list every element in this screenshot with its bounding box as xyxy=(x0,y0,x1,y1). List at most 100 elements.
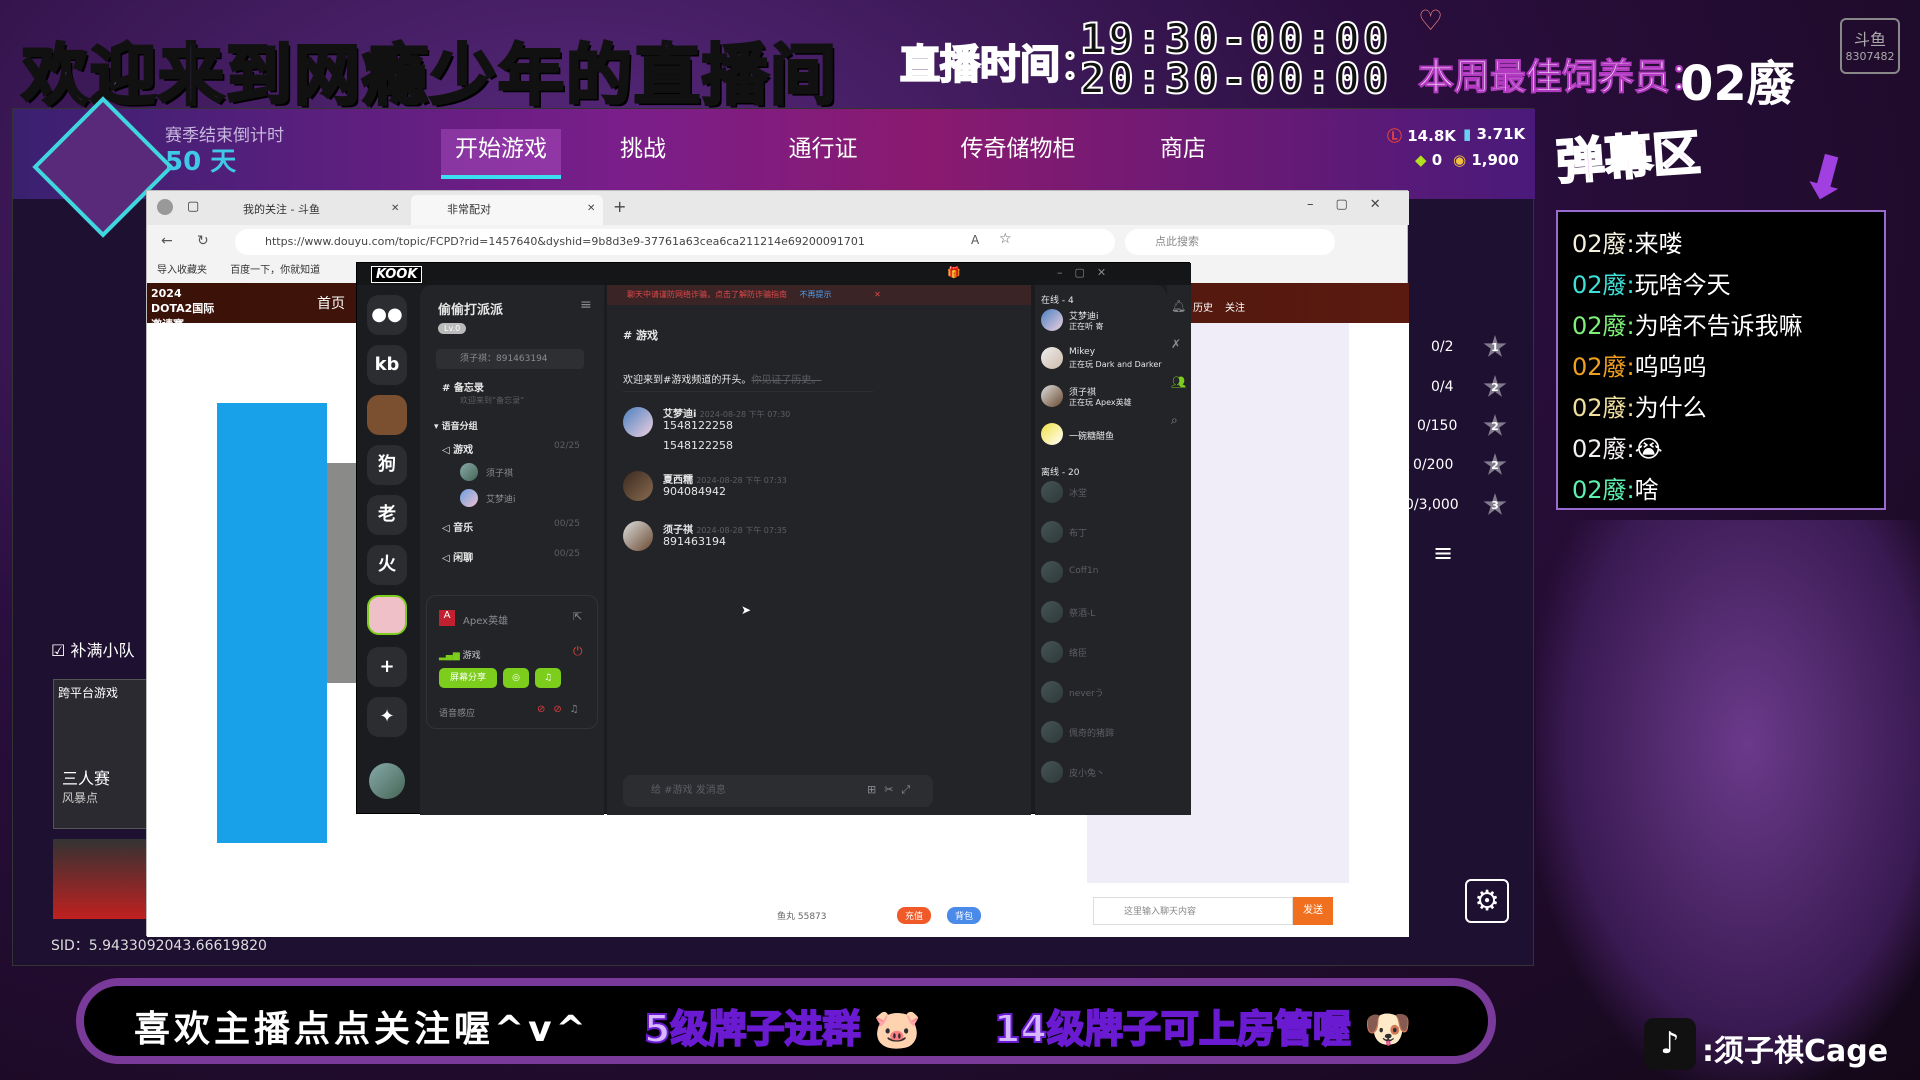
member-name[interactable]: 皮小兔丶 xyxy=(1069,766,1105,779)
tab-active[interactable]: 非常配对 xyxy=(411,195,603,225)
new-tab-icon[interactable]: + xyxy=(613,197,626,216)
tab-following[interactable]: 我的关注 - 斗鱼 xyxy=(207,195,407,225)
voice-member[interactable]: 须子祺 xyxy=(486,466,513,479)
text-channel-memo[interactable]: # 备忘录 xyxy=(442,379,484,394)
tab-close-icon[interactable]: ✕ xyxy=(391,203,399,214)
server-menu-icon[interactable]: ≡ xyxy=(580,297,592,313)
browser-search[interactable]: 点此搜索 xyxy=(1125,229,1335,255)
search-icon[interactable]: ⌕ xyxy=(1171,413,1178,428)
challenge-progress: 0/200 xyxy=(1413,457,1454,473)
member-name[interactable]: 布丁 xyxy=(1069,526,1087,539)
disconnect-icon[interactable]: ⏻ xyxy=(573,644,583,659)
member-avatar[interactable] xyxy=(1041,423,1063,445)
game-nav-store[interactable]: 商店 xyxy=(1123,129,1243,179)
member-name[interactable]: 佩奇的猪蹄 xyxy=(1069,726,1114,739)
back-icon[interactable]: ← xyxy=(161,233,173,249)
music-disc-button[interactable]: ◎ xyxy=(503,668,529,688)
server-gou[interactable]: 狗 xyxy=(367,445,407,485)
favorite-star-icon[interactable]: ☆ xyxy=(999,231,1012,247)
server-name[interactable]: 偷偷打派派 xyxy=(438,299,503,318)
tab-actions-icon[interactable]: ▢ xyxy=(187,199,199,214)
member-avatar[interactable] xyxy=(1041,601,1063,623)
member-name[interactable]: Coff1n xyxy=(1069,566,1098,576)
voice-group-header[interactable]: ▾ 语音分组 xyxy=(434,419,478,432)
danmaku-line: 02廢:呜呜呜 xyxy=(1572,353,1707,381)
read-aloud-icon[interactable]: A xyxy=(971,233,979,247)
member-avatar[interactable] xyxy=(1041,761,1063,783)
members-icon[interactable]: 👥︎ xyxy=(1171,375,1186,389)
douyu-send-button[interactable]: 发送 xyxy=(1293,897,1333,925)
ready-button[interactable] xyxy=(53,839,159,919)
voice-channel-chat[interactable]: ◁ 闲聊 xyxy=(442,549,473,564)
server-active[interactable] xyxy=(367,595,407,635)
add-server-icon[interactable]: + xyxy=(367,647,407,687)
member-name[interactable]: neverう xyxy=(1069,686,1104,699)
member-name[interactable]: 祭酒-L xyxy=(1069,606,1095,619)
bookmark-import[interactable]: 导入收藏夹 xyxy=(157,265,207,276)
member-name[interactable]: 络臣 xyxy=(1069,646,1087,659)
profile-avatar[interactable] xyxy=(157,199,173,215)
mode-card[interactable]: 跨平台游戏 三人赛 风暴点 xyxy=(53,679,159,829)
douyu-chat-input[interactable]: 这里输入聊天内容 xyxy=(1093,897,1293,925)
user-avatar[interactable] xyxy=(369,763,405,799)
message-avatar[interactable] xyxy=(623,521,653,551)
douyu-backpack-button[interactable]: 背包 xyxy=(947,907,982,924)
stream-icon[interactable]: ⇱ xyxy=(573,610,582,623)
danmaku-text: 啥 xyxy=(1634,476,1659,504)
server-kb[interactable]: kb xyxy=(367,345,407,385)
menu-icon[interactable]: ≡ xyxy=(1433,539,1463,567)
bell-icon[interactable]: 🔔︎ xyxy=(1171,299,1186,313)
address-bar[interactable]: https://www.douyu.com/topic/FCPD?rid=145… xyxy=(235,229,1115,255)
douyu-home-link[interactable]: 首页 xyxy=(317,293,345,313)
server-huo[interactable]: 火 xyxy=(367,545,407,585)
member-avatar[interactable] xyxy=(1041,641,1063,663)
tab-close-icon[interactable]: ✕ xyxy=(587,203,595,214)
voice-channel-games[interactable]: ◁ 游戏 xyxy=(442,441,473,456)
member-avatar[interactable] xyxy=(1041,481,1063,503)
member-status: 正在玩 Dark and Darker xyxy=(1069,360,1162,369)
game-nav-play[interactable]: 开始游戏 xyxy=(441,129,561,179)
member-avatar[interactable] xyxy=(1041,385,1063,407)
member-name[interactable]: Mikey xyxy=(1069,347,1095,357)
voice-channel-music[interactable]: ◁ 音乐 xyxy=(442,519,473,534)
soundboard-button[interactable]: ♫ xyxy=(535,668,561,688)
voice-member[interactable]: 艾梦迪i xyxy=(486,492,516,505)
mute-icons[interactable]: ⊘⊘♫ xyxy=(537,704,587,715)
douyu-follow[interactable]: 关注 xyxy=(1225,299,1245,314)
game-nav-challenges[interactable]: 挑战 xyxy=(583,129,703,179)
server-home-icon[interactable]: ●● xyxy=(367,295,407,335)
member-name[interactable]: 一碗糖醋鱼 xyxy=(1069,429,1114,442)
member-avatar[interactable] xyxy=(1041,561,1063,583)
message-avatar[interactable] xyxy=(623,407,653,437)
settings-gear-icon[interactable]: ⚙ xyxy=(1465,879,1509,923)
member-avatar[interactable] xyxy=(1041,347,1063,369)
refresh-icon[interactable]: ↻ xyxy=(197,233,209,249)
kook-window-controls[interactable]: –▢✕ xyxy=(1057,266,1118,279)
gift-icon[interactable]: 🎁 xyxy=(947,266,961,279)
warning-close-icon[interactable]: ✕ xyxy=(874,290,881,299)
screen-share-button[interactable]: 屏幕分享 xyxy=(439,668,497,688)
member-avatar[interactable] xyxy=(1041,309,1063,331)
message-avatar[interactable] xyxy=(623,471,653,501)
fill-squad-checkbox[interactable]: ☑ 补满小队 xyxy=(51,637,134,661)
game-nav-battlepass[interactable]: 通行证 xyxy=(763,129,883,179)
warning-dismiss[interactable]: 不再提示 xyxy=(800,290,832,299)
server-lao[interactable]: 老 xyxy=(367,495,407,535)
member-avatar[interactable] xyxy=(1041,681,1063,703)
game-nav-locker[interactable]: 传奇储物柜 xyxy=(933,129,1103,179)
douyu-history[interactable]: 历史 xyxy=(1193,299,1213,314)
input-tools-icons[interactable]: ⊞✂⤢ xyxy=(867,783,918,797)
member-avatar[interactable] xyxy=(1041,721,1063,743)
pinned-note[interactable]: 须子祺：891463194 xyxy=(436,349,584,369)
divider xyxy=(623,391,873,392)
pin-icon[interactable]: ✗ xyxy=(1171,337,1181,351)
server-avatar-dog[interactable] xyxy=(367,395,407,435)
member-status: 正在玩 Apex英雄 xyxy=(1069,398,1132,407)
bookmark-baidu[interactable]: 百度一下，你就知道 xyxy=(230,265,320,276)
discover-icon[interactable]: ✦ xyxy=(367,697,407,737)
douyu-recharge-button[interactable]: 充值 xyxy=(897,907,932,924)
member-name[interactable]: 冰堂 xyxy=(1069,486,1087,499)
danmaku-user: 02廢 xyxy=(1572,476,1627,504)
window-controls[interactable]: –▢✕ xyxy=(1307,197,1403,212)
member-avatar[interactable] xyxy=(1041,521,1063,543)
